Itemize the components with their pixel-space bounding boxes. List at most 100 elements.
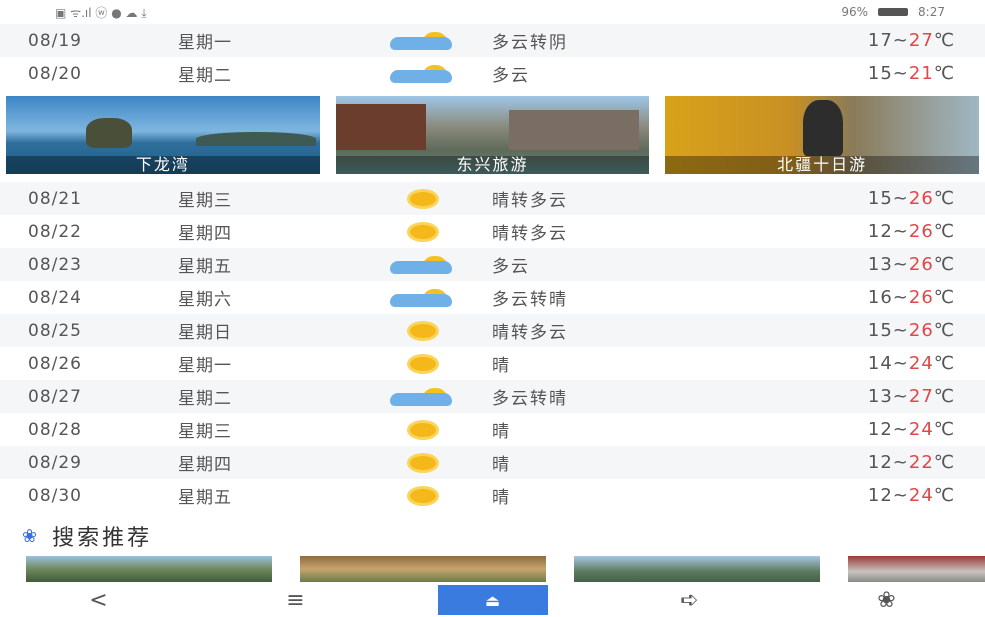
temp-unit: ℃ — [933, 188, 955, 209]
temp-low: 12 — [867, 452, 893, 473]
temp-low: 12 — [867, 419, 893, 440]
forecast-date: 08/25 — [28, 320, 82, 341]
clock: 8:27 — [918, 5, 945, 19]
forecast-condition: 多云 — [492, 257, 530, 277]
forecast-condition: 晴 — [492, 455, 511, 475]
temp-separator: ~ — [892, 221, 909, 242]
temp-separator: ~ — [892, 287, 909, 308]
forecast-condition: 多云转晴 — [492, 290, 568, 310]
forecast-date: 08/26 — [28, 353, 82, 374]
temp-high: 21 — [908, 63, 934, 84]
forecast-icon-cell — [355, 422, 490, 437]
temp-separator: ~ — [892, 485, 909, 506]
thumbnail-image[interactable] — [300, 556, 546, 582]
thumbnail-image[interactable] — [574, 556, 820, 582]
forecast-weekday: 星期二 — [178, 389, 232, 409]
temp-high: 26 — [908, 221, 934, 242]
person-image — [803, 100, 844, 156]
temp-low: 17 — [867, 30, 893, 51]
banner-caption: 东兴旅游 — [335, 156, 650, 174]
temp-separator: ~ — [892, 419, 909, 440]
cloudy-icon — [388, 387, 458, 406]
forecast-row: 08/26 星期一 晴 14~24℃ — [0, 347, 985, 380]
temp-high: 27 — [908, 30, 934, 51]
temp-unit: ℃ — [933, 320, 955, 341]
forecast-date: 08/19 — [28, 30, 82, 51]
banner-caption: 下龙湾 — [6, 156, 320, 174]
temp-unit: ℃ — [933, 30, 955, 51]
banner-item-dongxing[interactable]: 东兴旅游 — [335, 96, 650, 174]
search-recommend-thumbnails — [26, 556, 985, 582]
banner-caption: 北疆十日游 — [665, 156, 980, 174]
forecast-list: 08/21 星期三 晴转多云 15~26℃ 08/22 星期四 晴转多云 12~26℃ 08/2… — [0, 182, 985, 512]
temp-separator: ~ — [892, 254, 909, 275]
cloudy-icon — [388, 288, 458, 307]
temp-high: 24 — [908, 419, 934, 440]
forecast-row: 08/25 星期日 晴转多云 15~26℃ — [0, 314, 985, 347]
cloudy-icon — [388, 255, 458, 274]
temp-unit: ℃ — [933, 287, 955, 308]
temp-high: 27 — [908, 386, 934, 407]
forecast-weekday: 星期六 — [178, 290, 232, 310]
bottom-nav: < ≡ ⏏ ➪ ❀ — [0, 583, 985, 617]
temp-high: 24 — [908, 353, 934, 374]
temp-low: 13 — [867, 254, 893, 275]
temp-separator: ~ — [892, 452, 909, 473]
sunny-icon — [409, 455, 436, 470]
temp-unit: ℃ — [933, 485, 955, 506]
forecast-icon-cell — [355, 323, 490, 338]
forecast-temperature: 12~26℃ — [785, 221, 985, 242]
temp-high: 26 — [908, 254, 934, 275]
forecast-icon-cell — [355, 488, 490, 503]
temp-separator: ~ — [892, 63, 909, 84]
forecast-temperature: 12~24℃ — [785, 485, 985, 506]
banner-item-beijiang[interactable]: 北疆十日游 — [665, 96, 980, 174]
menu-button[interactable]: ≡ — [241, 585, 351, 615]
temp-high: 26 — [908, 320, 934, 341]
temp-separator: ~ — [892, 188, 909, 209]
temp-high: 24 — [908, 485, 934, 506]
forecast-date: 08/28 — [28, 419, 82, 440]
hill-image — [196, 132, 316, 146]
home-button[interactable]: ⏏ — [437, 585, 548, 615]
thumbnail-image[interactable] — [848, 556, 985, 582]
forecast-row: 08/29 星期四 晴 12~22℃ — [0, 446, 985, 479]
forecast-weekday: 星期一 — [178, 33, 232, 53]
forecast-temperature: 13~27℃ — [785, 386, 985, 407]
sunny-icon — [409, 323, 436, 338]
forecast-condition: 晴转多云 — [492, 224, 568, 244]
forecast-list-top: 08/19 星期一 多云转阴 17~27℃ 08/20 星期二 多云 15~21℃ — [0, 24, 985, 90]
battery-icon — [878, 8, 909, 16]
paw-button[interactable]: ❀ — [832, 585, 942, 615]
banner-item-halong[interactable]: 下龙湾 — [6, 96, 320, 174]
back-button[interactable]: < — [44, 585, 154, 615]
rock-image — [86, 118, 132, 148]
forecast-temperature: 13~26℃ — [785, 254, 985, 275]
battery-percent: 96% — [841, 5, 869, 19]
forecast-date: 08/24 — [28, 287, 82, 308]
forecast-weekday: 星期一 — [178, 356, 232, 376]
forecast-weekday: 星期二 — [178, 66, 232, 86]
share-button[interactable]: ➪ — [635, 585, 745, 615]
sunny-icon — [409, 191, 436, 206]
forecast-weekday: 星期日 — [178, 323, 232, 343]
forecast-temperature: 16~26℃ — [785, 287, 985, 308]
temp-low: 14 — [867, 353, 893, 374]
forecast-icon-cell — [355, 255, 490, 274]
building-image — [509, 110, 640, 150]
forecast-row: 08/22 星期四 晴转多云 12~26℃ — [0, 215, 985, 248]
temp-high: 26 — [908, 188, 934, 209]
temp-separator: ~ — [892, 30, 909, 51]
sunny-icon — [409, 224, 436, 239]
forecast-temperature: 17~27℃ — [785, 30, 985, 51]
temp-separator: ~ — [892, 386, 909, 407]
paw-icon: ❀ — [22, 525, 41, 547]
temp-unit: ℃ — [933, 386, 955, 407]
forecast-temperature: 15~21℃ — [785, 63, 985, 84]
thumbnail-image[interactable] — [26, 556, 272, 582]
cloudy-icon — [388, 31, 458, 50]
forecast-row: 08/24 星期六 多云转晴 16~26℃ — [0, 281, 985, 314]
forecast-condition: 晴转多云 — [492, 191, 568, 211]
status-bar: ▣ ᯤ.ıl ⓦ ● ☁ ⤓ 96% 8:27 — [0, 0, 985, 24]
forecast-temperature: 12~22℃ — [785, 452, 985, 473]
